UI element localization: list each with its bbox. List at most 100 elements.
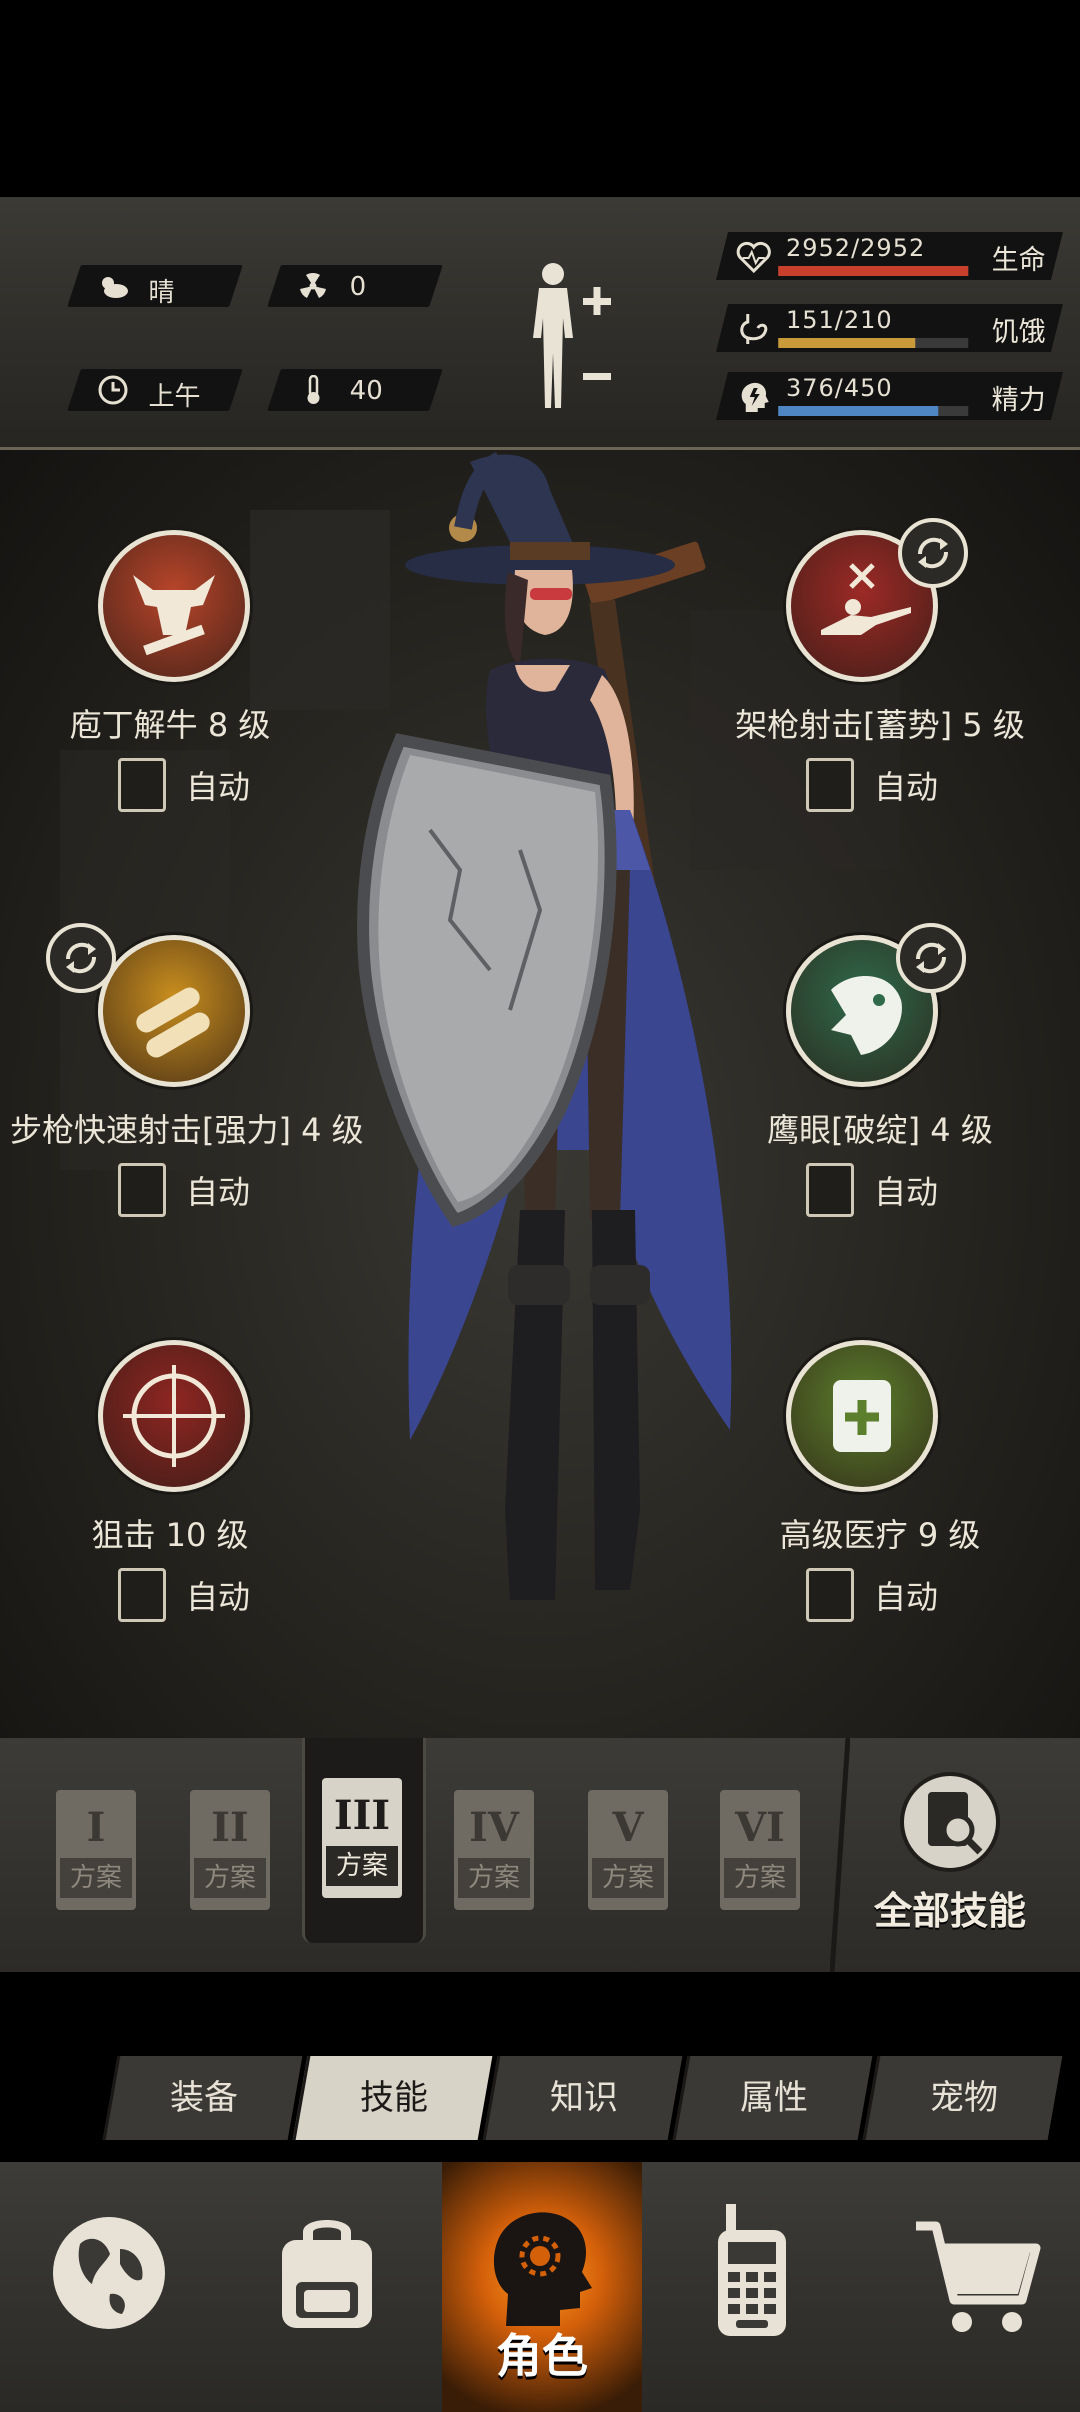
nav-character[interactable]: 角色 — [442, 2162, 642, 2412]
tab-pets[interactable]: 宠物 — [862, 2056, 1063, 2140]
body-figure-icon — [533, 263, 611, 408]
weather-text: 晴 — [148, 278, 175, 308]
character-portrait — [357, 451, 732, 1600]
auto-checkbox[interactable] — [118, 1568, 166, 1622]
energy-value: 376/450 — [785, 374, 893, 402]
skill-slot-advanced-medical[interactable]: 高级医疗 9 级 自动 — [720, 1340, 1040, 1640]
crosshair-icon[interactable] — [98, 1340, 250, 1492]
auto-checkbox[interactable] — [806, 1568, 854, 1622]
plan-label: 方案 — [458, 1858, 530, 1898]
auto-label: 自动 — [186, 1578, 251, 1616]
auto-label: 自动 — [186, 768, 251, 806]
tab-knowledge[interactable]: 知识 — [482, 2056, 683, 2140]
bullets-icon[interactable] — [98, 935, 250, 1087]
health-label: 生命 — [991, 245, 1046, 276]
all-skills-button[interactable]: 全部技能 — [860, 1768, 1040, 1938]
skill-slot-eagle-eye[interactable]: 鹰眼[破绽] 4 级 自动 — [720, 923, 1040, 1235]
cart-icon — [916, 2221, 1041, 2332]
plan-label: 方案 — [60, 1858, 132, 1898]
bottom-navigation: 角色 — [0, 2162, 1080, 2412]
time-indicator: 上午 — [67, 369, 243, 412]
auto-checkbox[interactable] — [806, 758, 854, 812]
radiation-icon — [300, 272, 326, 298]
temperature-indicator: 40 — [267, 369, 443, 411]
plan-numeral: V — [612, 1804, 644, 1851]
skill-name: 狙击 10 级 — [91, 1516, 249, 1554]
plan-label: 方案 — [724, 1858, 796, 1898]
swap-skill-button[interactable] — [46, 923, 116, 993]
heart-icon — [736, 241, 771, 274]
nav-world-map[interactable] — [0, 2162, 220, 2412]
all-skills-label: 全部技能 — [873, 1889, 1026, 1933]
radio-icon — [718, 2204, 786, 2336]
health-bar — [778, 266, 969, 276]
hunger-bar — [778, 338, 969, 348]
backpack-icon — [282, 2220, 372, 2328]
auto-checkbox[interactable] — [806, 1163, 854, 1217]
skill-name: 步枪快速射击[强力] 4 级 — [10, 1111, 364, 1149]
nav-inventory[interactable] — [220, 2162, 440, 2412]
skill-name: 高级医疗 9 级 — [779, 1516, 981, 1554]
skills-panel: 庖丁解牛 8 级 自动 架枪射击[蓄势] 5 级 自动 步枪快速射击[强力] 4… — [0, 450, 1080, 1738]
swap-skill-button[interactable] — [896, 923, 966, 993]
temperature-value: 40 — [349, 376, 383, 406]
plan-numeral: IV — [469, 1804, 519, 1851]
stomach-icon — [740, 314, 768, 344]
tab-equipment[interactable]: 装备 — [102, 2056, 303, 2140]
hunger-label: 饥饿 — [991, 317, 1046, 348]
nav-radio[interactable] — [642, 2162, 862, 2412]
hunger-stat: 151/210 饥饿 — [716, 304, 1063, 352]
plan-numeral: I — [86, 1804, 106, 1851]
swap-arrows-icon — [917, 537, 949, 569]
bull-skull-icon[interactable] — [98, 530, 250, 682]
auto-label: 自动 — [186, 1173, 251, 1211]
tab-skills[interactable]: 技能 — [292, 2056, 493, 2140]
radiation-indicator: 0 — [267, 265, 443, 307]
character-icon — [493, 2212, 592, 2326]
plan-6-button[interactable]: VI 方案 — [720, 1790, 802, 1912]
skill-slot-butcher[interactable]: 庖丁解牛 8 级 自动 — [10, 530, 330, 830]
globe-icon — [53, 2217, 165, 2329]
plan-numeral: II — [211, 1804, 249, 1851]
auto-checkbox[interactable] — [118, 1163, 166, 1217]
body-status-button[interactable] — [525, 258, 615, 418]
plan-label: 方案 — [326, 1846, 398, 1886]
plan-numeral: III — [333, 1792, 391, 1839]
plan-numeral: VI — [735, 1804, 785, 1851]
skill-slot-snipe[interactable]: 狙击 10 级 自动 — [10, 1340, 330, 1640]
skill-slot-rifle-rapid-fire[interactable]: 步枪快速射击[强力] 4 级 自动 — [10, 923, 364, 1235]
swap-arrows-icon — [915, 942, 947, 974]
skill-book-search-icon — [900, 1772, 1000, 1872]
skill-name: 庖丁解牛 8 级 — [69, 706, 271, 744]
energy-bar — [778, 406, 969, 416]
energy-head-icon — [741, 382, 769, 412]
plan-5-button[interactable]: V 方案 — [588, 1790, 670, 1912]
swap-skill-button[interactable] — [898, 518, 968, 588]
auto-checkbox[interactable] — [118, 758, 166, 812]
health-value: 2952/2952 — [785, 234, 926, 262]
weather-icon — [102, 277, 128, 298]
energy-stat: 376/450 精力 — [716, 372, 1063, 420]
energy-label: 精力 — [991, 385, 1046, 416]
swap-arrows-icon — [65, 942, 97, 974]
plan-4-button[interactable]: IV 方案 — [454, 1790, 536, 1912]
clock-icon — [98, 375, 128, 405]
nav-shop[interactable] — [862, 2162, 1080, 2412]
plan-label: 方案 — [194, 1858, 266, 1898]
auto-label: 自动 — [874, 768, 939, 806]
plan-3-button[interactable]: III 方案 — [322, 1778, 404, 1900]
time-of-day-text: 上午 — [148, 382, 201, 412]
skill-name: 架枪射击[蓄势] 5 级 — [735, 706, 1025, 744]
health-stat: 2952/2952 生命 — [716, 232, 1063, 280]
plan-2-button[interactable]: II 方案 — [190, 1790, 272, 1912]
character-tabs: 装备 技能 知识 属性 宠物 — [102, 2056, 1063, 2140]
skill-slot-braced-shot[interactable]: 架枪射击[蓄势] 5 级 自动 — [720, 518, 1040, 830]
thermometer-icon — [307, 375, 320, 404]
tab-attributes[interactable]: 属性 — [672, 2056, 873, 2140]
auto-label: 自动 — [874, 1578, 939, 1616]
skill-name: 鹰眼[破绽] 4 级 — [767, 1111, 993, 1149]
radiation-value: 0 — [349, 272, 367, 302]
plan-1-button[interactable]: I 方案 — [56, 1790, 138, 1912]
medical-kit-icon[interactable] — [786, 1340, 938, 1492]
plan-label: 方案 — [592, 1858, 664, 1898]
